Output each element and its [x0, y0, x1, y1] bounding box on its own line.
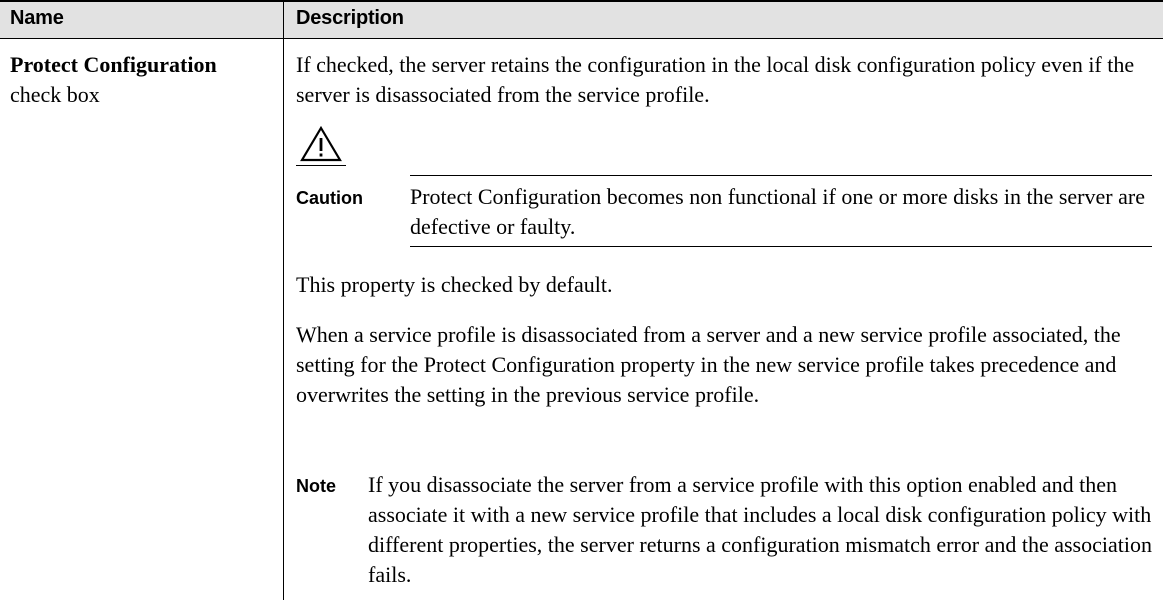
note-text: If you disassociate the server from a se… [368, 472, 1152, 587]
table-header-row [0, 0, 1163, 39]
caution-text: Protect Configuration becomes non functi… [410, 184, 1145, 239]
column-header-description: Description [296, 7, 404, 29]
table-header-rule [0, 38, 1163, 39]
warning-triangle-icon [300, 126, 342, 162]
property-name: Protect Configuration [10, 52, 217, 77]
caution-bottom-rule [410, 246, 1152, 247]
name-cell: Protect Configuration check box [10, 50, 278, 110]
table-top-rule [0, 0, 1163, 2]
note-label: Note [296, 476, 336, 496]
caution-label: Caution [296, 188, 363, 208]
description-intro: If checked, the server retains the confi… [296, 52, 1135, 107]
column-divider [283, 0, 284, 600]
caution-top-rule [410, 175, 1152, 176]
precedence-text: When a service profile is disassociated … [296, 322, 1121, 407]
property-type: check box [10, 82, 100, 107]
caution-icon-rule [296, 165, 346, 166]
default-value-text: This property is checked by default. [296, 272, 613, 297]
column-header-name: Name [10, 7, 64, 29]
